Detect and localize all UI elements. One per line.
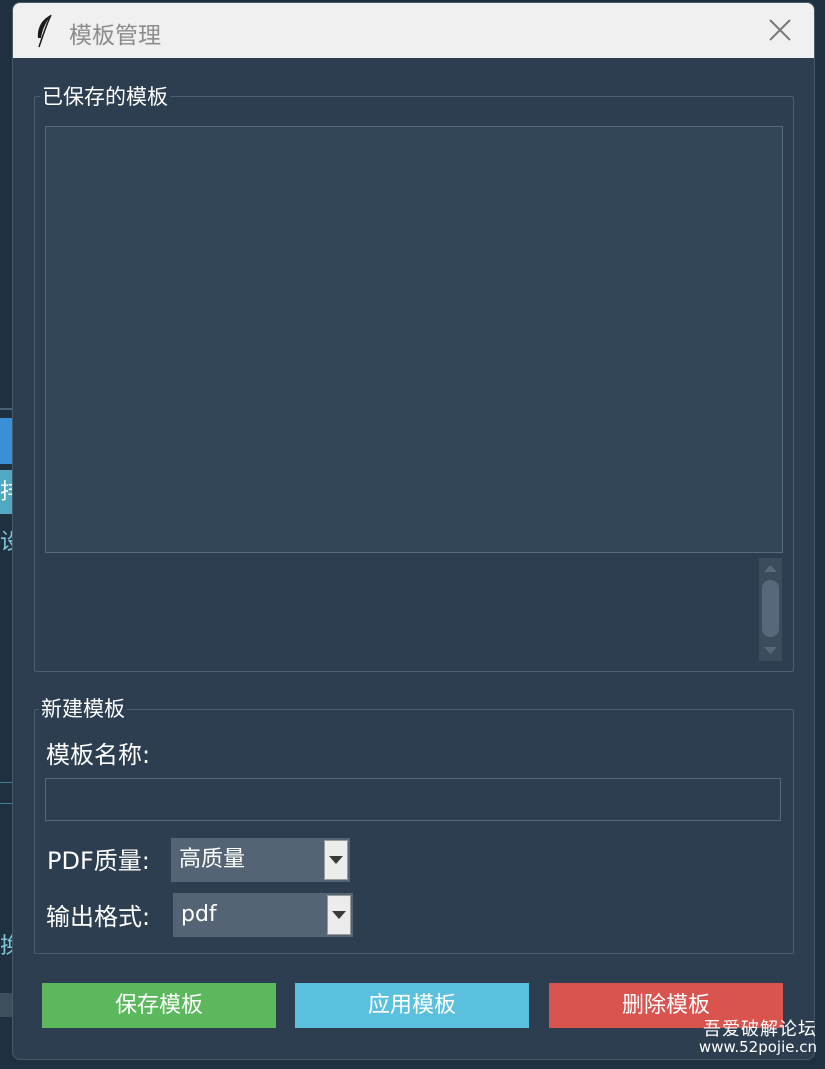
watermark-url: www.52pojie.cn <box>698 1037 817 1056</box>
output-format-value: pdf <box>181 902 217 927</box>
saved-templates-list[interactable] <box>45 126 783 553</box>
scroll-up-arrow-icon[interactable] <box>763 563 778 573</box>
template-name-label: 模板名称: <box>46 741 151 769</box>
title-bar: 模板管理 <box>13 3 814 58</box>
window-title: 模板管理 <box>69 23 161 49</box>
chevron-down-icon <box>329 856 343 864</box>
list-scrollbar[interactable] <box>759 558 782 661</box>
pdf-quality-label: PDF质量: <box>47 847 150 875</box>
template-name-input[interactable] <box>45 778 781 821</box>
apply-template-button[interactable]: 应用模板 <box>295 983 529 1028</box>
pdf-quality-value: 高质量 <box>179 847 246 872</box>
dropdown-button[interactable] <box>327 895 351 935</box>
scroll-down-arrow-icon[interactable] <box>763 646 778 656</box>
saved-templates-group-label: 已保存的模板 <box>40 85 170 109</box>
feather-icon <box>37 14 52 48</box>
pdf-quality-select[interactable]: 高质量 <box>171 838 350 882</box>
close-icon[interactable] <box>767 17 793 43</box>
watermark: 吾爱破解论坛 www.52pojie.cn <box>698 1020 817 1056</box>
new-template-group-label: 新建模板 <box>39 697 127 721</box>
output-format-label: 输出格式: <box>46 903 151 931</box>
chevron-down-icon <box>332 911 346 919</box>
output-format-select[interactable]: pdf <box>173 893 353 937</box>
save-template-button[interactable]: 保存模板 <box>42 983 276 1028</box>
dropdown-button[interactable] <box>324 840 348 880</box>
template-manager-dialog: 模板管理 已保存的模板 新建模板 模板名称: PDF质量: 高质量 输出格式: … <box>12 2 815 1060</box>
scrollbar-thumb[interactable] <box>762 580 779 637</box>
